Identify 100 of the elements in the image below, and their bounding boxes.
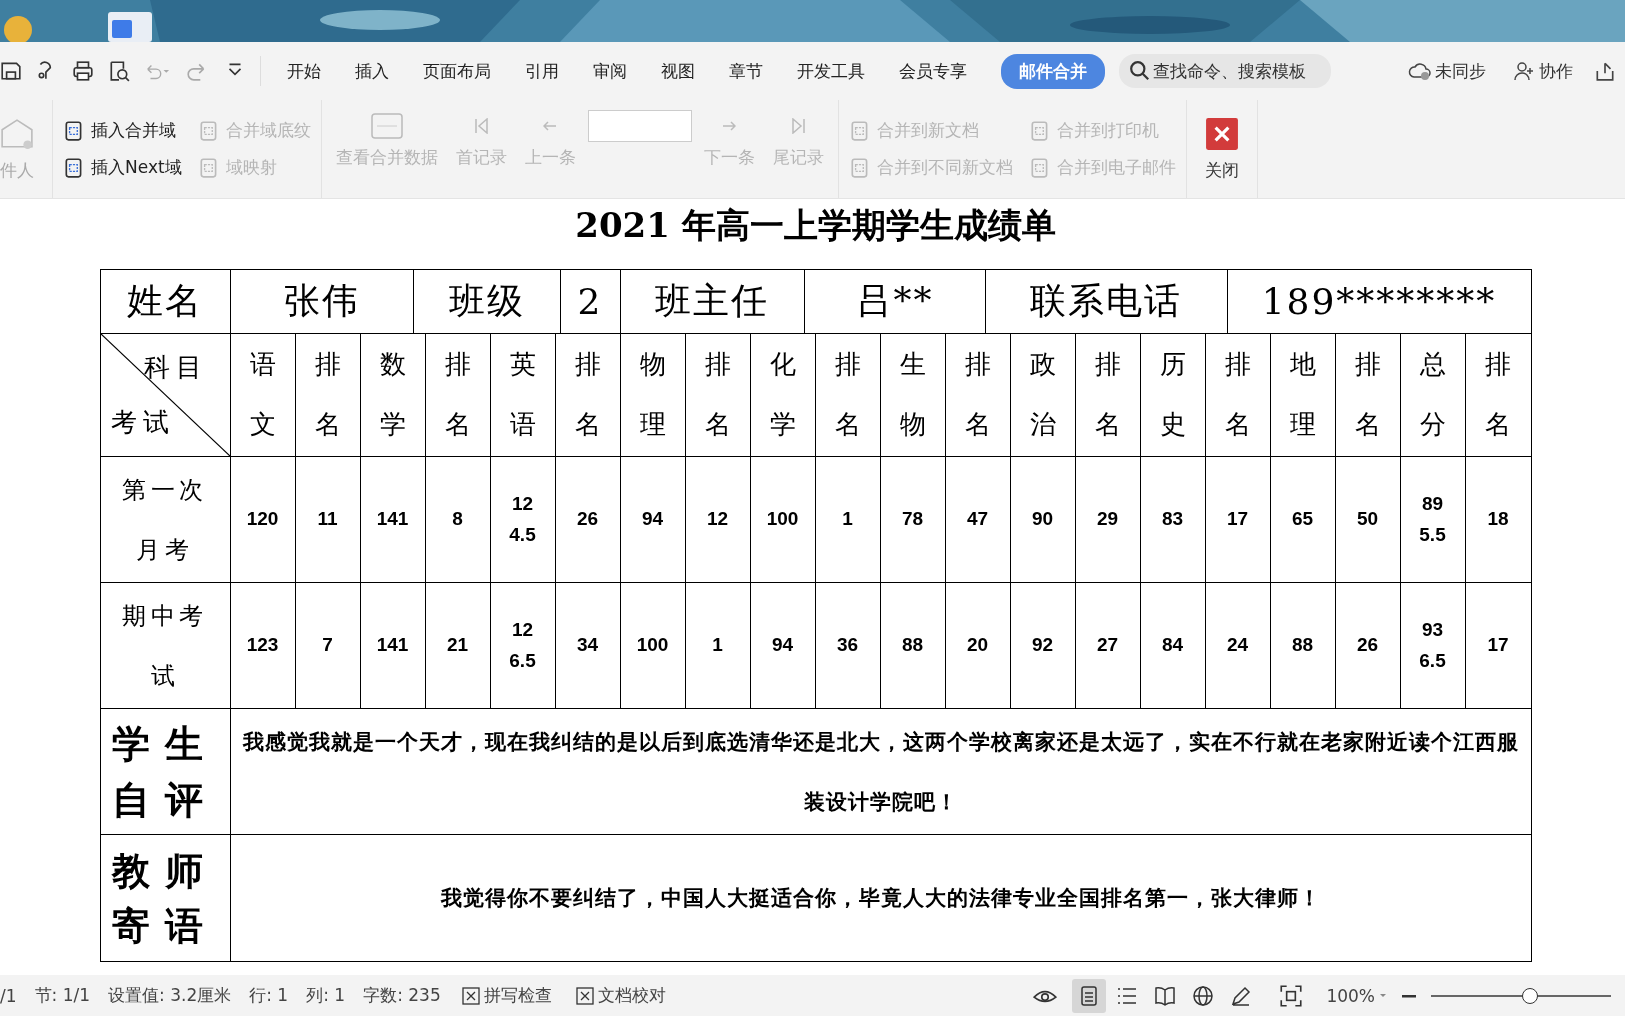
- table-cell: 78: [880, 457, 946, 583]
- table-cell: 吕**: [804, 270, 986, 334]
- status-button[interactable]: 拼写检查: [449, 984, 564, 1007]
- table-cell: 141: [360, 457, 426, 583]
- ribbon-button[interactable]: 插入Next域: [61, 154, 184, 181]
- column-header: 总分: [1400, 334, 1466, 457]
- sync-button[interactable]: 未同步: [1402, 58, 1492, 84]
- table-cell: 88: [880, 583, 946, 709]
- row-header: 期中考试: [100, 583, 231, 709]
- page-view-icon[interactable]: [1072, 978, 1107, 1013]
- status-text: 设置值: 3.2厘米: [107, 984, 233, 1007]
- table-cell: 姓名: [100, 270, 231, 334]
- first-record-icon: [474, 118, 488, 134]
- table-cell: 47: [945, 457, 1011, 583]
- share-icon[interactable]: [1593, 60, 1617, 82]
- table-cell: 27: [1075, 583, 1141, 709]
- add-person-icon: [1512, 60, 1536, 82]
- print-icon[interactable]: [72, 60, 94, 82]
- data-view-icon: [368, 111, 405, 141]
- table-cell: 17: [1205, 457, 1271, 583]
- ribbon-tab[interactable]: 引用: [509, 53, 575, 89]
- table-cell: 18: [1465, 457, 1531, 583]
- column-header-label: 科目: [143, 351, 208, 384]
- column-header: 排名: [1335, 334, 1401, 457]
- column-header: 物理: [620, 334, 686, 457]
- checkbox-x-icon: [461, 986, 480, 1005]
- table-cell: 895.5: [1400, 457, 1466, 583]
- table-cell: 100: [750, 457, 816, 583]
- table-cell: 20: [945, 583, 1011, 709]
- table-cell-text: 我觉得你不要纠结了，中国人大挺适合你，毕竟人大的法律专业全国排名第一，张大律师！: [439, 884, 1322, 912]
- last-record-icon: [791, 118, 805, 134]
- column-header: 化学: [750, 334, 816, 457]
- record-field[interactable]: [587, 110, 692, 142]
- table-cell: 94: [750, 583, 816, 709]
- table-cell: 92: [1010, 583, 1076, 709]
- table-cell: 29: [1075, 457, 1141, 583]
- document-title: 2021 年高一上学期学生成绩单: [575, 204, 1056, 247]
- column-header: 政治: [1010, 334, 1076, 457]
- column-header: 排名: [295, 334, 361, 457]
- status-text: 行: 1: [248, 984, 290, 1007]
- ribbon-tab[interactable]: 章节: [713, 53, 779, 89]
- table-cell: 84: [1140, 583, 1206, 709]
- table-cell: 2: [560, 270, 621, 334]
- ribbon-tab[interactable]: 页面布局: [407, 53, 507, 89]
- status-text: 节: 1/1: [33, 984, 92, 1007]
- ribbon-tab[interactable]: 开发工具: [781, 53, 881, 89]
- cloud-icon: [1408, 60, 1432, 82]
- table-cell: 94: [620, 457, 686, 583]
- table-cell: 936.5: [1400, 583, 1466, 709]
- status-text: /1: [0, 985, 18, 1006]
- column-header: 历史: [1140, 334, 1206, 457]
- slider-thumb[interactable]: [1522, 987, 1538, 1004]
- ribbon-tab[interactable]: 审阅: [577, 53, 643, 89]
- ribbon-tab[interactable]: 会员专享: [883, 53, 983, 89]
- table-cell: 126.5: [490, 583, 556, 709]
- table-cell: 34: [555, 583, 621, 709]
- checkbox-x-icon: [575, 986, 594, 1005]
- table-cell: 1: [815, 457, 881, 583]
- table-cell: 班级: [413, 270, 561, 334]
- table-cell: 26: [1335, 583, 1401, 709]
- table-cell: 141: [360, 583, 426, 709]
- ribbon-tab[interactable]: 视图: [645, 53, 711, 89]
- ribbon-tab[interactable]: 插入: [339, 53, 405, 89]
- ribbon-button[interactable]: 插入合并域: [61, 117, 184, 144]
- table-cell: 张伟: [230, 270, 414, 334]
- ribbon-tab[interactable]: 邮件合并: [1001, 53, 1105, 89]
- ribbon-tab[interactable]: 开始: [271, 53, 337, 89]
- table-cell: 联系电话: [985, 270, 1228, 334]
- close-icon: [1204, 116, 1239, 151]
- table-cell: 21: [425, 583, 491, 709]
- table-cell: 我感觉我就是一个天才，现在我纠结的是以后到底选清华还是北大，这两个学校离家还是太远了，实在不行就在老家附近读个江西服装设计学院吧！: [230, 709, 1531, 835]
- column-header: 数学: [360, 334, 426, 457]
- table-cell: 36: [815, 583, 881, 709]
- table-cell: 17: [1465, 583, 1531, 709]
- table-cell: 1: [685, 583, 751, 709]
- search-field[interactable]: 查找命令、搜索模板: [1119, 54, 1331, 88]
- row-header: 学生自评: [100, 709, 231, 835]
- fit-screen-icon[interactable]: [1278, 982, 1305, 1009]
- right-arrow-icon: [722, 121, 737, 131]
- print-preview-icon[interactable]: [108, 60, 130, 82]
- table-cell: 189********: [1227, 270, 1531, 334]
- column-header: 排名: [945, 334, 1011, 457]
- column-header: 英语: [490, 334, 556, 457]
- close-button[interactable]: 关闭: [1194, 112, 1249, 186]
- table-cell: 90: [1010, 457, 1076, 583]
- status-button[interactable]: 文档校对: [563, 984, 678, 1007]
- search-icon: [1129, 60, 1151, 82]
- column-header: 排名: [1205, 334, 1271, 457]
- status-text: 列: 1: [305, 984, 347, 1007]
- save-icon[interactable]: [0, 60, 22, 82]
- zoom-dropdown[interactable]: 100%: [1318, 985, 1395, 1006]
- column-header: 生物: [880, 334, 946, 457]
- left-arrow-icon: [543, 121, 558, 131]
- table-cell: 83: [1140, 457, 1206, 583]
- table-cell: 65: [1270, 457, 1336, 583]
- row-header: 教师寄语: [100, 835, 231, 961]
- table-cell: 12: [685, 457, 751, 583]
- table-cell: 7: [295, 583, 361, 709]
- collaborate-button[interactable]: 协作: [1506, 58, 1579, 84]
- table-cell: 124.5: [490, 457, 556, 583]
